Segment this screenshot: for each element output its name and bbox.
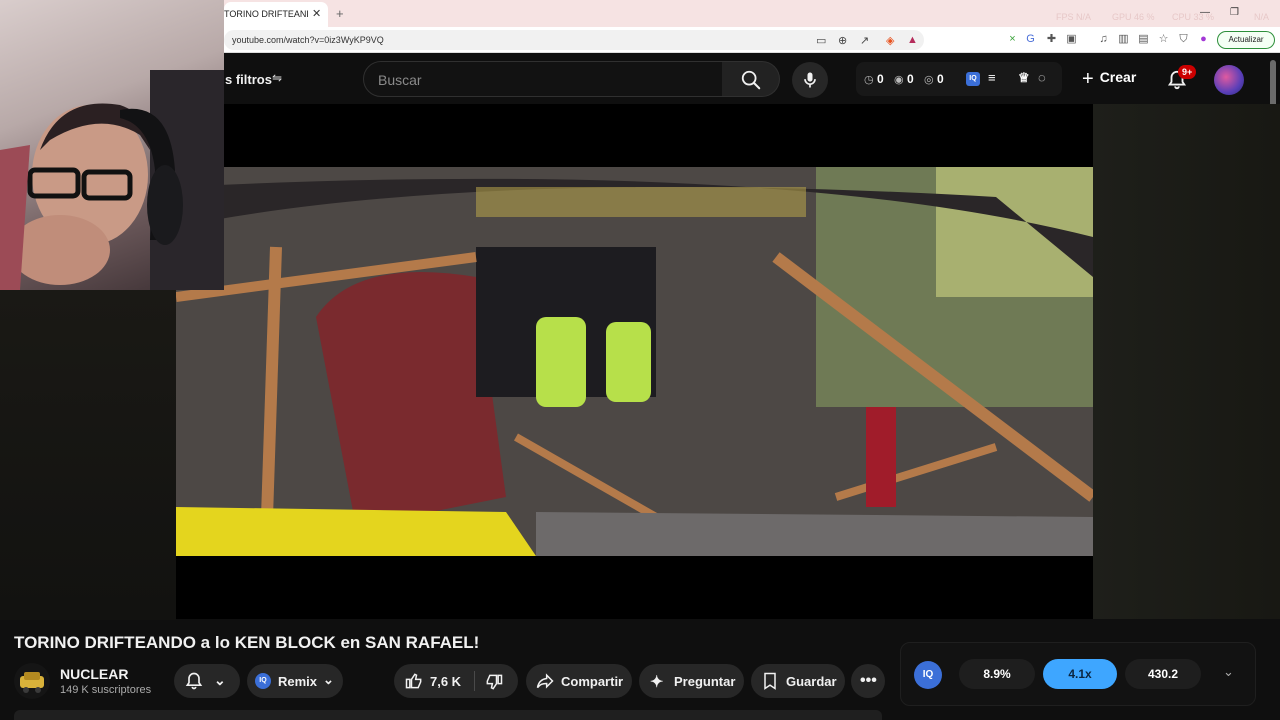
- subscriber-count: 149 K suscriptores: [60, 684, 152, 696]
- ambient-right: [1093, 104, 1280, 619]
- fps-readout: FPS N/A: [1056, 12, 1092, 22]
- share-arrow-icon: [536, 673, 554, 689]
- reading-list-icon[interactable]: ▤: [1137, 33, 1150, 46]
- extensions-icon[interactable]: ✚: [1045, 33, 1058, 46]
- stat-views: ◉ 0: [894, 72, 914, 86]
- vpn-icon[interactable]: ⛉: [1177, 33, 1190, 46]
- trophy-icon[interactable]: ♕: [1018, 70, 1030, 86]
- minimize-icon[interactable]: —: [1200, 7, 1210, 18]
- webcam-feed: [0, 70, 224, 290]
- dislike-button[interactable]: [476, 664, 518, 698]
- search-button[interactable]: [722, 61, 780, 97]
- save-button[interactable]: Guardar: [751, 664, 845, 698]
- share-button[interactable]: Compartir: [526, 664, 632, 698]
- like-count: 7,6 K: [430, 674, 462, 689]
- more-horizontal-icon: •••: [860, 672, 877, 689]
- channel-logo-icon: [20, 672, 44, 693]
- notification-bell-button[interactable]: ⌄: [174, 664, 240, 698]
- extension-stats: ◷ 0 ◉ 0 ◎ 0 IQ ≡ ♕ ◌: [856, 62, 1062, 96]
- bookmark-star-icon[interactable]: ☆: [1157, 33, 1170, 46]
- sparkle-icon: ✦: [650, 674, 664, 691]
- create-button[interactable]: + Crear: [1082, 68, 1136, 91]
- remix-label: Remix: [278, 674, 318, 689]
- video-player[interactable]: [176, 104, 1093, 619]
- channel-avatar[interactable]: [14, 663, 50, 699]
- like-dislike-group: 7,6 K: [394, 664, 518, 698]
- browser-tab[interactable]: TORINO DRIFTEANDO a ✕: [224, 2, 328, 27]
- plus-icon: +: [1082, 68, 1094, 90]
- webcam-overlay: [0, 0, 224, 290]
- search-placeholder: Buscar: [378, 72, 422, 88]
- iq-icon[interactable]: IQ: [966, 72, 980, 86]
- na-readout: N/A: [1254, 12, 1270, 22]
- speed-chip[interactable]: 4.1x: [1043, 659, 1117, 689]
- microphone-icon: [804, 72, 816, 88]
- like-button[interactable]: 7,6 K: [394, 664, 472, 698]
- rewards-icon[interactable]: ▲: [907, 34, 918, 46]
- close-tab-icon[interactable]: ✕: [312, 7, 321, 20]
- filters-label[interactable]: s filtros: [225, 72, 272, 87]
- sidebar-icon[interactable]: ▥: [1117, 33, 1130, 46]
- save-label: Guardar: [786, 674, 837, 689]
- bell-outline-icon: [185, 672, 203, 690]
- eye-off-icon: ◎: [924, 74, 934, 86]
- thumbs-up-icon: [405, 673, 422, 689]
- like-divider: [474, 671, 475, 691]
- iq-extension-panel: IQ 8.9% 4.1x 430.2 ⌄: [900, 642, 1256, 706]
- create-label: Crear: [1099, 69, 1137, 85]
- expand-chevron-icon[interactable]: ⌄: [1223, 664, 1234, 680]
- bookmark-icon: [764, 672, 776, 690]
- video-title: TORINO DRIFTEANDO a lo KEN BLOCK en SAN …: [14, 633, 480, 652]
- score-chip[interactable]: 430.2: [1125, 659, 1201, 689]
- update-button[interactable]: Actualizar: [1217, 31, 1275, 49]
- search-icon: [741, 70, 761, 90]
- description-box[interactable]: [14, 710, 882, 720]
- video-scene: [176, 167, 1093, 556]
- chat-icon[interactable]: ◌: [1038, 70, 1046, 85]
- share-icon[interactable]: ↗: [860, 34, 869, 47]
- stat-views-value: 0: [906, 72, 914, 86]
- stat-hidden-value: 0: [936, 72, 944, 86]
- share-label: Compartir: [561, 674, 624, 689]
- voice-search-button[interactable]: [792, 62, 828, 98]
- screen: TORINO DRIFTEANDO a ✕ + FPS N/A GPU 46 %…: [0, 0, 1280, 720]
- video-frame: [176, 167, 1093, 556]
- avatar[interactable]: [1214, 65, 1244, 95]
- more-actions-button[interactable]: •••: [851, 664, 885, 698]
- zoom-icon[interactable]: ⊕: [838, 34, 847, 47]
- notification-badge: 9+: [1178, 65, 1197, 79]
- search-input[interactable]: Buscar: [363, 61, 723, 97]
- chevron-down-icon: ⌄: [214, 672, 226, 688]
- filters-icon[interactable]: ⇋: [272, 71, 282, 85]
- url-text: youtube.com/watch?v=0iz3WyKP9VQ: [232, 35, 384, 45]
- thumbs-down-icon: [486, 674, 503, 690]
- cast-icon[interactable]: ▭: [816, 34, 826, 47]
- restore-icon[interactable]: ❐: [1230, 7, 1239, 18]
- ask-label: Preguntar: [674, 674, 736, 689]
- brave-shield-icon[interactable]: ◈: [886, 34, 894, 47]
- gpu-readout: GPU 46 %: [1112, 12, 1155, 22]
- menu-lines-icon[interactable]: ≡: [988, 70, 996, 85]
- remix-iq-icon: IQ: [255, 673, 271, 689]
- tab-title: TORINO DRIFTEANDO a: [224, 9, 308, 19]
- remix-chevron-icon: ⌄: [323, 672, 334, 687]
- screenshot-icon[interactable]: ▣: [1065, 33, 1078, 46]
- new-tab-icon[interactable]: +: [336, 6, 344, 21]
- stat-clock: ◷ 0: [864, 72, 884, 86]
- profile-dot-icon[interactable]: ●: [1197, 33, 1210, 46]
- iq-logo-icon[interactable]: IQ: [914, 661, 942, 689]
- eye-icon: ◉: [894, 74, 904, 86]
- stat-clock-value: 0: [876, 72, 884, 86]
- ambient-left: [0, 290, 176, 620]
- translate-icon[interactable]: G: [1024, 33, 1037, 46]
- ask-button[interactable]: ✦ Preguntar: [639, 664, 744, 698]
- address-bar[interactable]: youtube.com/watch?v=0iz3WyKP9VQ ▭ ⊕ ↗ ◈ …: [224, 30, 924, 50]
- clock-icon: ◷: [864, 74, 874, 86]
- close-ext-icon[interactable]: ×: [1006, 33, 1019, 46]
- channel-name[interactable]: NUCLEAR: [60, 666, 128, 682]
- music-icon[interactable]: ♫: [1097, 33, 1110, 46]
- remix-button[interactable]: IQ Remix ⌄: [247, 664, 343, 698]
- percent-chip[interactable]: 8.9%: [959, 659, 1035, 689]
- stat-hidden: ◎ 0: [924, 72, 944, 86]
